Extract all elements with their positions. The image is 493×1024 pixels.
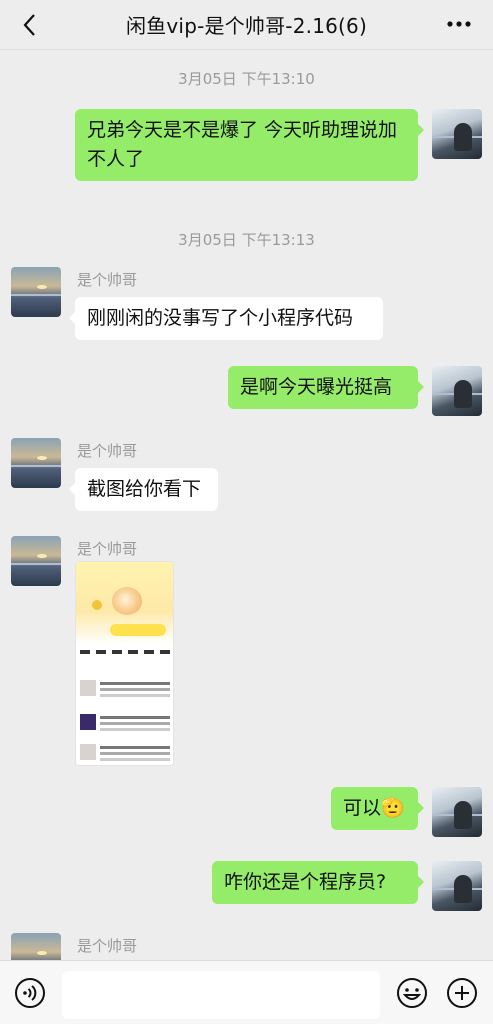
salute-emoji-icon: 🫡 (381, 797, 405, 819)
voice-icon[interactable] (14, 977, 46, 1009)
sender-name: 是个帅哥 (77, 442, 138, 460)
contact-avatar[interactable] (11, 536, 61, 586)
my-avatar[interactable] (432, 787, 482, 837)
plus-icon[interactable] (446, 977, 478, 1009)
message-text: 是啊今天曝光挺高 (240, 376, 393, 398)
contact-avatar[interactable] (11, 438, 61, 488)
message-text: 刚刚闲的没事写了个小程序代码 (87, 307, 354, 329)
message-text: 截图给你看下 (87, 478, 202, 500)
message-bubble-sent[interactable]: 是啊今天曝光挺高 (228, 366, 424, 409)
message-bubble-sent[interactable]: 兄弟今天是不是爆了 今天听助理说加不人了 (75, 109, 424, 181)
my-avatar[interactable] (432, 366, 482, 416)
back-icon[interactable] (18, 12, 44, 38)
sender-name: 是个帅哥 (77, 271, 138, 289)
contact-avatar[interactable] (11, 933, 61, 960)
more-icon[interactable] (445, 14, 473, 34)
message-text: 兄弟今天是不是爆了 今天听助理说加不人了 (87, 119, 398, 170)
timestamp: 3月05日 下午13:13 (178, 231, 315, 249)
sender-name: 是个帅哥 (77, 937, 138, 955)
message-text: 咋你还是个程序员? (224, 871, 387, 893)
message-bubble-received[interactable]: 刚刚闲的没事写了个小程序代码 (69, 297, 383, 340)
sender-name: 是个帅哥 (77, 540, 138, 558)
my-avatar[interactable] (432, 861, 482, 911)
timestamp: 3月05日 下午13:10 (178, 70, 315, 88)
message-input[interactable] (62, 971, 380, 1019)
image-message[interactable] (75, 561, 174, 766)
chat-area[interactable]: 3月05日 下午13:10 兄弟今天是不是爆了 今天听助理说加不人了 3月05日… (0, 51, 493, 960)
my-avatar[interactable] (432, 109, 482, 159)
chat-header: 闲鱼vip-是个帅哥-2.16(6) (0, 0, 493, 50)
message-bubble-received[interactable]: 截图给你看下 (69, 468, 218, 511)
contact-avatar[interactable] (11, 267, 61, 317)
input-bar (0, 960, 493, 1024)
message-bubble-sent[interactable]: 可以🫡 (331, 787, 424, 830)
message-text: 可以 (343, 797, 382, 819)
emoji-icon[interactable] (396, 977, 428, 1009)
message-bubble-sent[interactable]: 咋你还是个程序员? (212, 861, 424, 904)
chat-title: 闲鱼vip-是个帅哥-2.16(6) (126, 14, 367, 38)
